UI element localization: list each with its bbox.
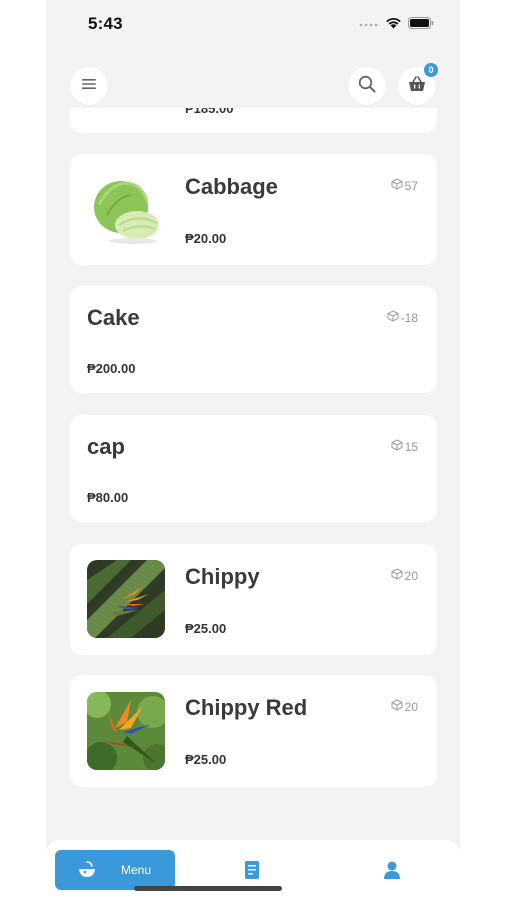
product-card[interactable]: cap ₱80.00 15 (70, 415, 437, 522)
stock-count: 20 (404, 568, 418, 583)
product-price: ₱200.00 (87, 361, 136, 376)
nav-menu-tab[interactable]: Menu (55, 850, 175, 890)
status-bar: 5:43 (46, 0, 460, 48)
nav-menu-label: Menu (121, 863, 152, 877)
product-name: Chippy (185, 564, 260, 589)
hamburger-menu-icon (82, 77, 96, 95)
box-icon (391, 699, 403, 714)
cart-count-badge: 0 (424, 63, 438, 77)
product-list[interactable]: ₱185.00 Cabbage ₱20.00 57 Cake ₱200.00 -… (46, 108, 460, 840)
product-price: ₱25.00 (185, 621, 227, 636)
product-price: ₱80.00 (87, 490, 129, 505)
search-icon (358, 75, 376, 98)
product-card[interactable]: Cabbage ₱20.00 57 (70, 154, 437, 265)
box-icon (391, 568, 403, 583)
nav-profile-tab[interactable] (384, 861, 400, 884)
product-name: Chippy Red (185, 695, 308, 720)
product-price: ₱185.00 (185, 108, 234, 116)
user-icon (384, 861, 400, 883)
box-icon (387, 310, 399, 325)
product-card[interactable]: ₱185.00 (70, 108, 437, 133)
stock-indicator: -18 (387, 310, 418, 325)
status-time: 5:43 (88, 14, 123, 33)
bowl-icon (77, 860, 97, 885)
cart-button[interactable]: 0 (398, 63, 438, 105)
search-button[interactable] (348, 67, 386, 105)
battery-icon (408, 16, 434, 34)
shopping-basket-icon (408, 75, 426, 97)
product-name: cap (87, 434, 125, 459)
stock-indicator: 20 (391, 568, 418, 583)
app-screen: 5:43 ₱185.00 Cabbage ₱20.00 57 Cake ₱200… (46, 0, 460, 900)
stock-count: 57 (404, 178, 418, 193)
product-name: Cabbage (185, 174, 278, 199)
product-image-cabbage (87, 171, 165, 249)
stock-count: -18 (400, 310, 418, 325)
product-price: ₱25.00 (185, 752, 227, 767)
document-icon (245, 861, 259, 883)
stock-indicator: 20 (391, 699, 418, 714)
menu-button[interactable] (70, 67, 108, 105)
cellular-signal-icon (359, 16, 379, 34)
stock-indicator: 15 (391, 439, 418, 454)
product-card[interactable]: Cake ₱200.00 -18 (70, 286, 437, 393)
status-icons (359, 16, 434, 34)
wifi-icon (385, 16, 402, 34)
nav-orders-tab[interactable] (245, 861, 259, 884)
product-card[interactable]: Chippy ₱25.00 20 (70, 544, 437, 655)
product-name: Cake (87, 305, 140, 330)
stock-indicator: 57 (391, 178, 418, 193)
home-indicator[interactable] (134, 886, 282, 891)
product-image-chippy-red (87, 692, 165, 770)
product-image-chippy (87, 560, 165, 638)
stock-count: 20 (404, 699, 418, 714)
stock-count: 15 (404, 439, 418, 454)
product-card[interactable]: Chippy Red ₱25.00 20 (70, 675, 437, 787)
product-price: ₱20.00 (185, 231, 227, 246)
bottom-navigation: Menu (46, 840, 460, 900)
box-icon (391, 439, 403, 454)
box-icon (391, 178, 403, 193)
